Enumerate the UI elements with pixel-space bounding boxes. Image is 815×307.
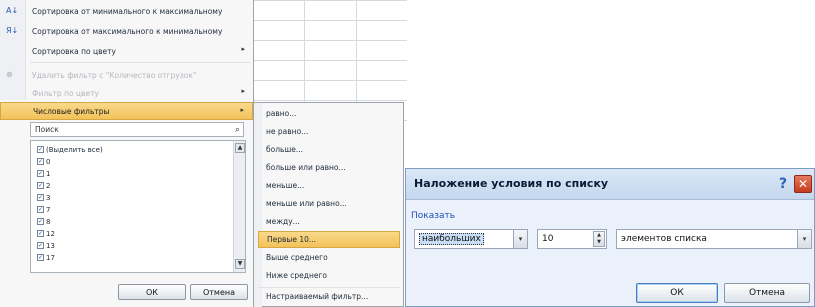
submenu-item-equals[interactable]: равно...	[258, 105, 400, 122]
unit-select-value: элементов списка	[621, 234, 707, 244]
list-item[interactable]: ✓ 8	[37, 217, 50, 226]
help-icon[interactable]: ?	[774, 175, 792, 193]
menu-item-label: Фильтр по цвету	[32, 88, 99, 98]
dialog-title: Наложение условия по списку	[414, 177, 609, 190]
submenu-arrow-icon: ▸	[240, 106, 244, 114]
show-label: Показать	[411, 211, 456, 221]
menu-item-sort-descending[interactable]: Я↓ Сортировка от максимального к минимал…	[0, 22, 253, 40]
spinner-arrows-icon[interactable]: ▲ ▼	[593, 231, 605, 247]
dialog-cancel-button[interactable]: Отмена	[724, 283, 810, 303]
chevron-down-icon[interactable]: ▾	[513, 230, 527, 248]
list-item-label: 12	[46, 229, 55, 238]
list-item[interactable]: ✓ 13	[37, 241, 55, 250]
sort-ascending-icon: А↓	[6, 6, 19, 15]
clear-filter-icon: ⊗	[6, 70, 13, 79]
mode-select[interactable]: наибольших ▾	[414, 229, 528, 249]
list-item-label: 17	[46, 253, 55, 262]
dialog-titlebar: Наложение условия по списку ? ✕	[406, 169, 814, 200]
value-checklist: ✓ (Выделить все) ✓ 0 ✓ 1 ✓ 2 ✓ 3 ✓ 7 ✓ 8…	[30, 140, 246, 273]
checkbox[interactable]: ✓	[37, 158, 44, 165]
top10-filter-dialog: Наложение условия по списку ? ✕ Показать…	[405, 168, 815, 307]
chevron-down-icon[interactable]: ▾	[797, 230, 811, 248]
submenu-item-above-average[interactable]: Выше среднего	[258, 249, 400, 266]
submenu-item-greater[interactable]: больше...	[258, 141, 400, 158]
list-item[interactable]: ✓ 3	[37, 193, 50, 202]
list-item[interactable]: ✓ 1	[37, 169, 50, 178]
spin-up-icon[interactable]: ▲	[594, 232, 604, 239]
list-item-label: 1	[46, 169, 51, 178]
menu-item-number-filters[interactable]: Числовые фильтры ▸	[0, 102, 253, 120]
submenu-item-not-equals[interactable]: не равно...	[258, 123, 400, 140]
menu-ok-button[interactable]: ОК	[118, 284, 186, 300]
checkbox[interactable]: ✓	[37, 242, 44, 249]
count-value: 10	[542, 234, 554, 244]
screen: А↓ Сортировка от минимального к максимал…	[0, 0, 815, 307]
list-item-label: (Выделить все)	[46, 145, 103, 154]
submenu-item-greater-or-equal[interactable]: больше или равно...	[258, 159, 400, 176]
unit-select[interactable]: элементов списка ▾	[616, 229, 812, 249]
list-item[interactable]: ✓ (Выделить все)	[37, 145, 103, 154]
dialog-ok-button[interactable]: ОК	[636, 283, 718, 303]
submenu-arrow-icon: ▸	[241, 45, 245, 53]
search-input[interactable]: Поиск ⌕	[30, 122, 244, 137]
submenu-item-top-10[interactable]: Первые 10...	[258, 231, 400, 248]
search-placeholder: Поиск	[35, 125, 59, 134]
list-item-label: 13	[46, 241, 55, 250]
mode-select-value: наибольших	[419, 233, 484, 245]
filter-context-menu: А↓ Сортировка от минимального к максимал…	[0, 0, 254, 307]
menu-separator	[30, 62, 250, 63]
list-item-label: 7	[46, 205, 51, 214]
submenu-item-between[interactable]: между...	[258, 213, 400, 230]
checkbox[interactable]: ✓	[37, 146, 44, 153]
list-item[interactable]: ✓ 12	[37, 229, 55, 238]
list-item[interactable]: ✓ 2	[37, 181, 50, 190]
list-item[interactable]: ✓ 17	[37, 253, 55, 262]
count-spinner[interactable]: 10 ▲ ▼	[537, 229, 607, 249]
close-icon[interactable]: ✕	[794, 175, 812, 193]
scroll-up-icon[interactable]: ▲	[235, 143, 245, 153]
list-item[interactable]: ✓ 0	[37, 157, 50, 166]
checkbox[interactable]: ✓	[37, 206, 44, 213]
list-item-label: 0	[46, 157, 51, 166]
submenu-item-below-average[interactable]: Ниже среднего	[258, 267, 400, 284]
menu-item-label: Сортировка от максимального к минимально…	[32, 26, 223, 36]
menu-item-clear-filter: ⊗ Удалить фильтр с "Количество отгрузок"	[0, 66, 253, 84]
spin-down-icon[interactable]: ▼	[594, 239, 604, 246]
menu-item-label: Сортировка по цвету	[32, 46, 116, 56]
scroll-down-icon[interactable]: ▼	[235, 259, 245, 269]
checkbox[interactable]: ✓	[37, 194, 44, 201]
menu-item-filter-by-color: Фильтр по цвету ▸	[0, 84, 253, 102]
sort-descending-icon: Я↓	[6, 26, 19, 35]
menu-item-label: Числовые фильтры	[33, 106, 110, 116]
checkbox[interactable]: ✓	[37, 230, 44, 237]
submenu-item-less-or-equal[interactable]: меньше или равно...	[258, 195, 400, 212]
number-filters-submenu: равно... не равно... больше... больше ил…	[254, 102, 404, 307]
menu-cancel-button[interactable]: Отмена	[190, 284, 248, 300]
submenu-item-less[interactable]: меньше...	[258, 177, 400, 194]
search-icon: ⌕	[234, 125, 240, 135]
checkbox[interactable]: ✓	[37, 254, 44, 261]
checkbox[interactable]: ✓	[37, 170, 44, 177]
list-item-label: 3	[46, 193, 51, 202]
submenu-item-custom-filter[interactable]: Настраиваемый фильтр...	[258, 287, 400, 304]
list-scrollbar[interactable]: ▲ ▼	[233, 141, 245, 272]
checkbox[interactable]: ✓	[37, 218, 44, 225]
menu-item-sort-by-color[interactable]: Сортировка по цвету ▸	[0, 42, 253, 60]
submenu-arrow-icon: ▸	[241, 87, 245, 95]
menu-item-sort-ascending[interactable]: А↓ Сортировка от минимального к максимал…	[0, 2, 253, 20]
list-item[interactable]: ✓ 7	[37, 205, 50, 214]
list-item-label: 8	[46, 217, 51, 226]
list-item-label: 2	[46, 181, 51, 190]
menu-item-label: Удалить фильтр с "Количество отгрузок"	[32, 70, 197, 80]
menu-item-label: Сортировка от минимального к максимально…	[32, 6, 223, 16]
checkbox[interactable]: ✓	[37, 182, 44, 189]
